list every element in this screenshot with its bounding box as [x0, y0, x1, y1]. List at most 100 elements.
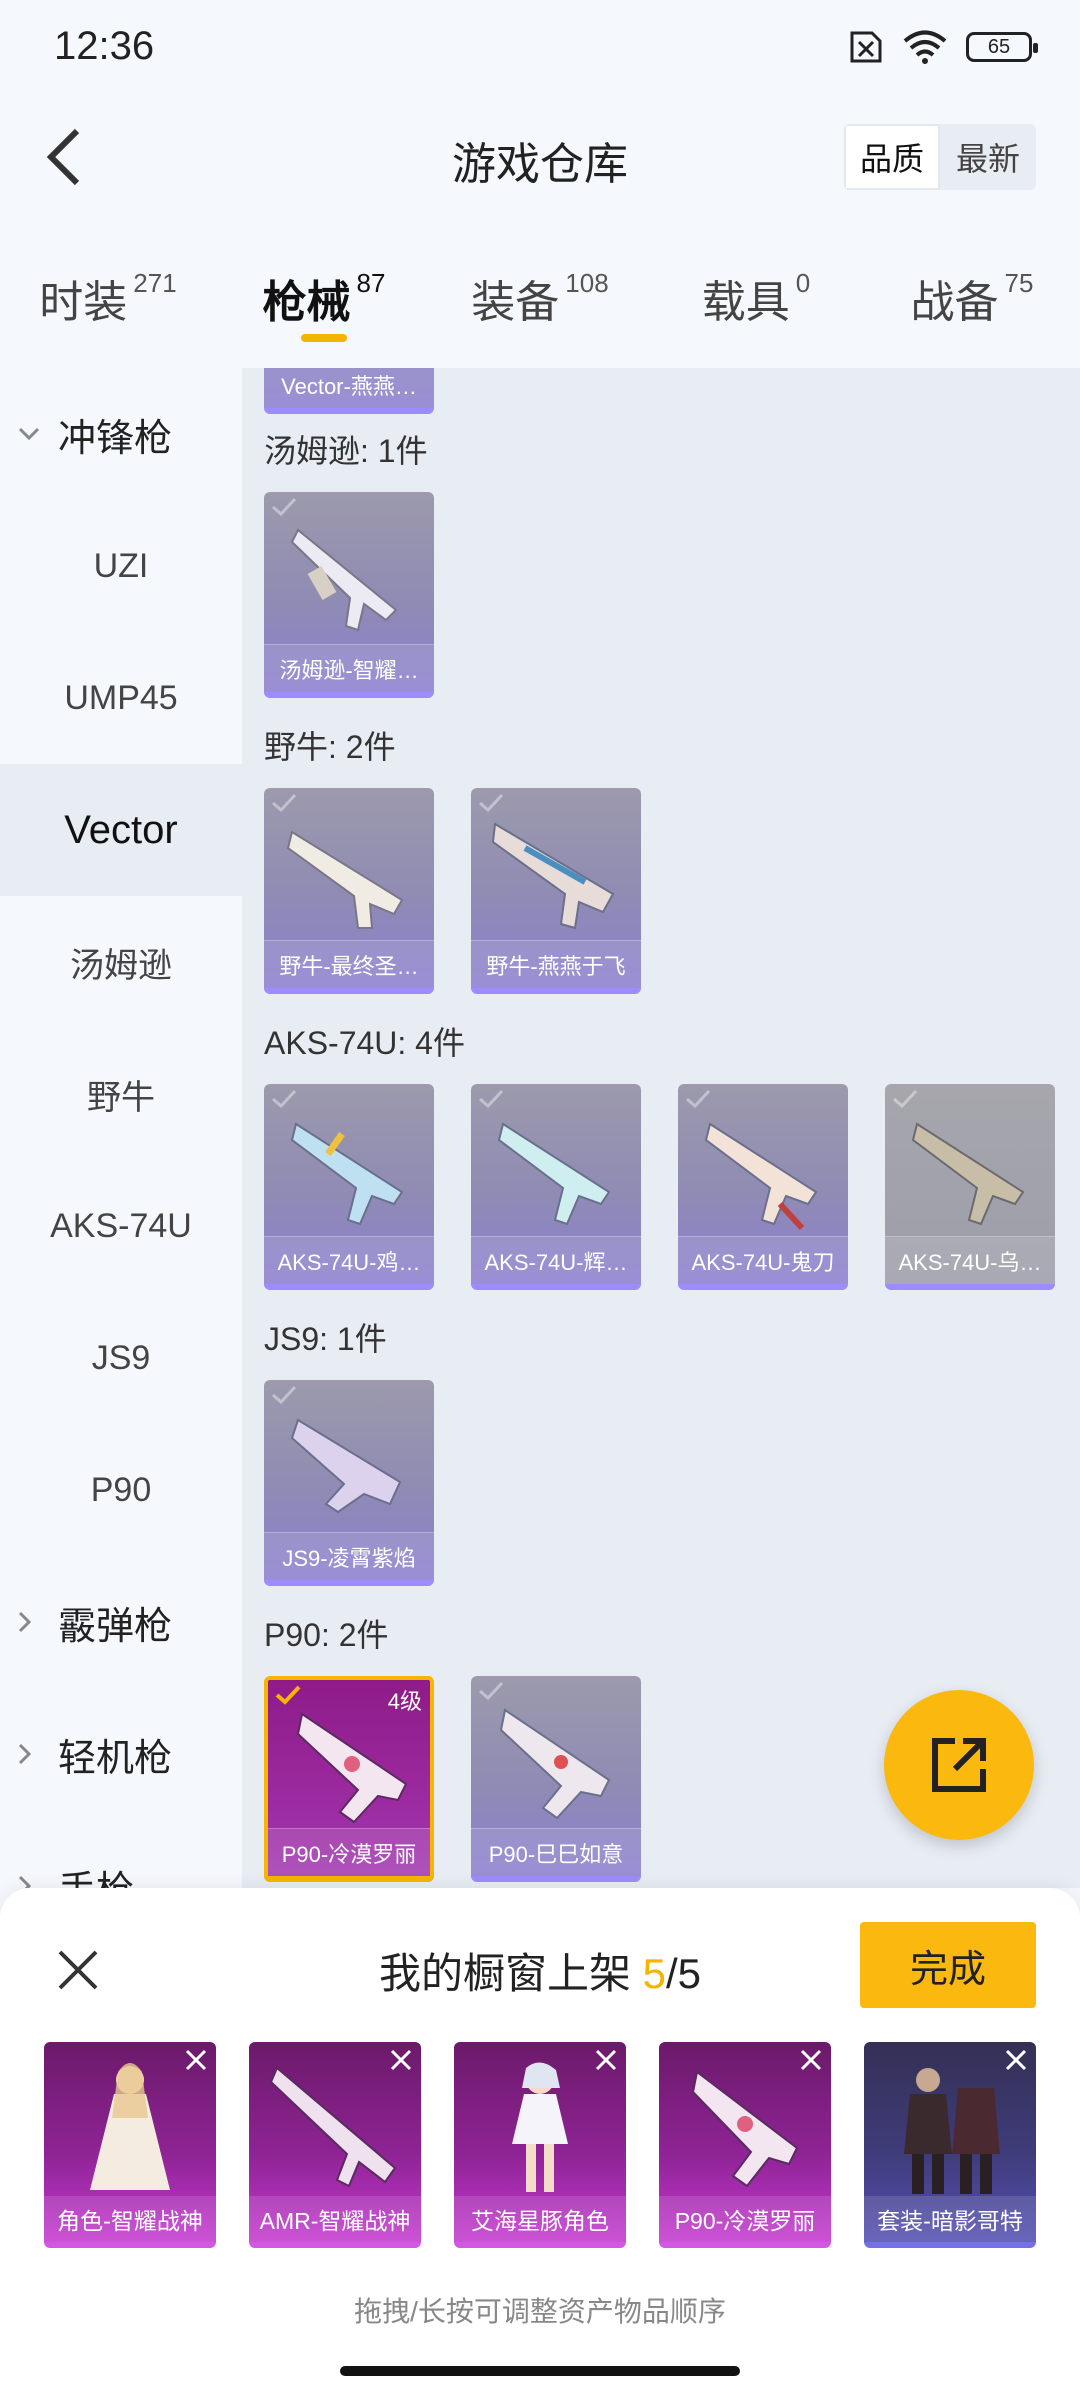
- gun-image: [290, 1122, 404, 1226]
- weapon-card[interactable]: 汤姆逊-智耀…: [264, 492, 434, 698]
- weapon-card-label: P90-冷漠罗丽: [268, 1828, 430, 1876]
- sidebar-item-aks74u[interactable]: AKS-74U: [0, 1160, 242, 1292]
- showcase-slot[interactable]: 角色-智耀战神: [44, 2042, 216, 2248]
- status-icons: 65: [844, 30, 1038, 64]
- weapon-card-label: Vector-燕燕…: [264, 368, 434, 408]
- sort-toggle: 品质 最新: [844, 124, 1036, 190]
- tab-label: 装备: [471, 278, 560, 327]
- sidebar-item-vector[interactable]: Vector: [0, 764, 242, 896]
- weapon-card[interactable]: AKS-74U-辉…: [471, 1084, 641, 1290]
- sidebar-group-pistol[interactable]: 手枪: [0, 1820, 242, 1888]
- weapon-card[interactable]: AKS-74U-鸡…: [264, 1084, 434, 1290]
- showcase-slot-label: AMR-智耀战神: [249, 2196, 421, 2242]
- weapon-card[interactable]: 野牛-最终圣…: [264, 788, 434, 994]
- sidebar-group-lmg[interactable]: 轻机枪: [0, 1688, 242, 1820]
- weapon-card-label: AKS-74U-辉…: [471, 1236, 641, 1284]
- showcase-slot-label: P90-冷漠罗丽: [659, 2196, 831, 2242]
- weapon-card-selected[interactable]: 4级 P90-冷漠罗丽: [264, 1676, 434, 1882]
- gun-image: [497, 1122, 611, 1226]
- weapon-card[interactable]: P90-巳巳如意: [471, 1676, 641, 1882]
- sidebar-item-p90[interactable]: P90: [0, 1424, 242, 1556]
- gun-image: [704, 1122, 818, 1231]
- weapon-card[interactable]: Vector-燕燕…: [264, 368, 434, 414]
- weapon-card[interactable]: AKS-74U-鬼刀: [678, 1084, 848, 1290]
- tab-count: 75: [1004, 268, 1034, 298]
- remove-icon[interactable]: [1004, 2048, 1028, 2072]
- sidebar-group-shotgun[interactable]: 霰弹枪: [0, 1556, 242, 1688]
- group-title: P90: 2件: [264, 1617, 389, 1653]
- weapon-card-label: 野牛-最终圣…: [264, 940, 434, 988]
- showcase-slot[interactable]: P90-冷漠罗丽: [659, 2042, 831, 2248]
- sort-quality-button[interactable]: 品质: [844, 124, 940, 190]
- tab-active-indicator: [301, 334, 347, 342]
- weapon-card-label: JS9-凌霄紫焰: [264, 1532, 434, 1580]
- tab-fashion[interactable]: 时装 271: [0, 240, 216, 360]
- remove-icon[interactable]: [594, 2048, 618, 2072]
- remove-icon[interactable]: [184, 2048, 208, 2072]
- showcase-title-text: 我的橱窗上架: [378, 1950, 643, 1997]
- gun-image: [290, 528, 398, 632]
- tab-count: 271: [133, 268, 177, 298]
- sidebar-group-label: 轻机枪: [58, 1737, 173, 1780]
- gun-image: [269, 2066, 397, 2188]
- showcase-slot-label: 角色-智耀战神: [44, 2196, 216, 2242]
- showcase-slot[interactable]: 套装-暗影哥特: [864, 2042, 1036, 2248]
- share-external-icon: [932, 1738, 986, 1792]
- sidebar-group-label: 冲锋枪: [58, 417, 173, 460]
- gun-image: [491, 822, 615, 930]
- sort-newest-button[interactable]: 最新: [940, 124, 1036, 190]
- tab-label: 时装: [39, 278, 128, 327]
- tab-count: 108: [565, 268, 609, 298]
- sidebar-item-bizon[interactable]: 野牛: [0, 1028, 242, 1160]
- weapon-category-sidebar: 冲锋枪 UZI UMP45 Vector 汤姆逊 野牛 AKS-74U JS9 …: [0, 368, 242, 1888]
- remove-icon[interactable]: [799, 2048, 823, 2072]
- home-indicator[interactable]: [340, 2366, 740, 2376]
- gun-image: [499, 1708, 611, 1820]
- chevron-right-icon: [18, 1611, 48, 1633]
- gun-image: [691, 2070, 799, 2188]
- group-title: JS9: 1件: [264, 1321, 387, 1357]
- showcase-current-count: 5: [642, 1950, 666, 1997]
- group-title: 汤姆逊: 1件: [264, 433, 428, 469]
- battery-indicator: 65: [966, 32, 1038, 62]
- done-button[interactable]: 完成: [860, 1922, 1036, 2008]
- weapon-card[interactable]: AKS-74U-乌…: [885, 1084, 1055, 1290]
- sidebar-item-thompson[interactable]: 汤姆逊: [0, 896, 242, 1028]
- weapon-card-label: P90-巳巳如意: [471, 1828, 641, 1876]
- sidebar-group-label: 手枪: [58, 1859, 134, 1889]
- category-tabs: 时装 271 枪械 87 装备 108 载具 0 战备 75: [0, 240, 1080, 360]
- weapon-card-label: AKS-74U-乌…: [885, 1236, 1055, 1284]
- sidebar-item-uzi[interactable]: UZI: [0, 500, 242, 632]
- no-sim-icon: [850, 31, 882, 63]
- showcase-slot-label: 艾海星豚角色: [454, 2196, 626, 2242]
- tab-count: 87: [356, 268, 386, 298]
- weapon-grid: Vector-燕燕… 汤姆逊: 1件 汤姆逊-智耀… 野牛: 2件 野牛-最终圣…: [242, 368, 1080, 1888]
- tab-firearms[interactable]: 枪械 87: [216, 240, 432, 360]
- showcase-panel: 我的橱窗上架 5/5 完成 角色-智耀战神 AMR-智耀战神 艾海星豚角色 P9…: [0, 1888, 1080, 2400]
- gun-image: [286, 830, 404, 929]
- character-image: [512, 2062, 568, 2192]
- sidebar-item-ump45[interactable]: UMP45: [0, 632, 242, 764]
- reorder-hint: 拖拽/长按可调整资产物品顺序: [354, 2296, 726, 2327]
- share-button[interactable]: [884, 1690, 1034, 1840]
- app-header: 游戏仓库 品质 最新: [0, 100, 1080, 220]
- tab-vehicles[interactable]: 载具 0: [648, 240, 864, 360]
- status-time: 12:36: [54, 24, 155, 68]
- showcase-total-count: /5: [666, 1950, 702, 1997]
- chevron-down-icon: [18, 427, 48, 441]
- sidebar-item-js9[interactable]: JS9: [0, 1292, 242, 1424]
- remove-icon[interactable]: [389, 2048, 413, 2072]
- chevron-right-icon: [18, 1875, 48, 1888]
- tab-label: 战备: [910, 278, 999, 327]
- weapon-card[interactable]: 野牛-燕燕于飞: [471, 788, 641, 994]
- tab-equipment[interactable]: 装备 108: [432, 240, 648, 360]
- showcase-slot-label: 套装-暗影哥特: [864, 2196, 1036, 2242]
- weapon-card[interactable]: JS9-凌霄紫焰: [264, 1380, 434, 1586]
- tab-label: 载具: [701, 278, 790, 327]
- sidebar-group-label: 霰弹枪: [58, 1605, 173, 1648]
- showcase-slot[interactable]: 艾海星豚角色: [454, 2042, 626, 2248]
- sidebar-group-smg[interactable]: 冲锋枪: [0, 368, 242, 500]
- showcase-slot[interactable]: AMR-智耀战神: [249, 2042, 421, 2248]
- wifi-icon: [903, 30, 947, 64]
- tab-battle-supplies[interactable]: 战备 75: [864, 240, 1080, 360]
